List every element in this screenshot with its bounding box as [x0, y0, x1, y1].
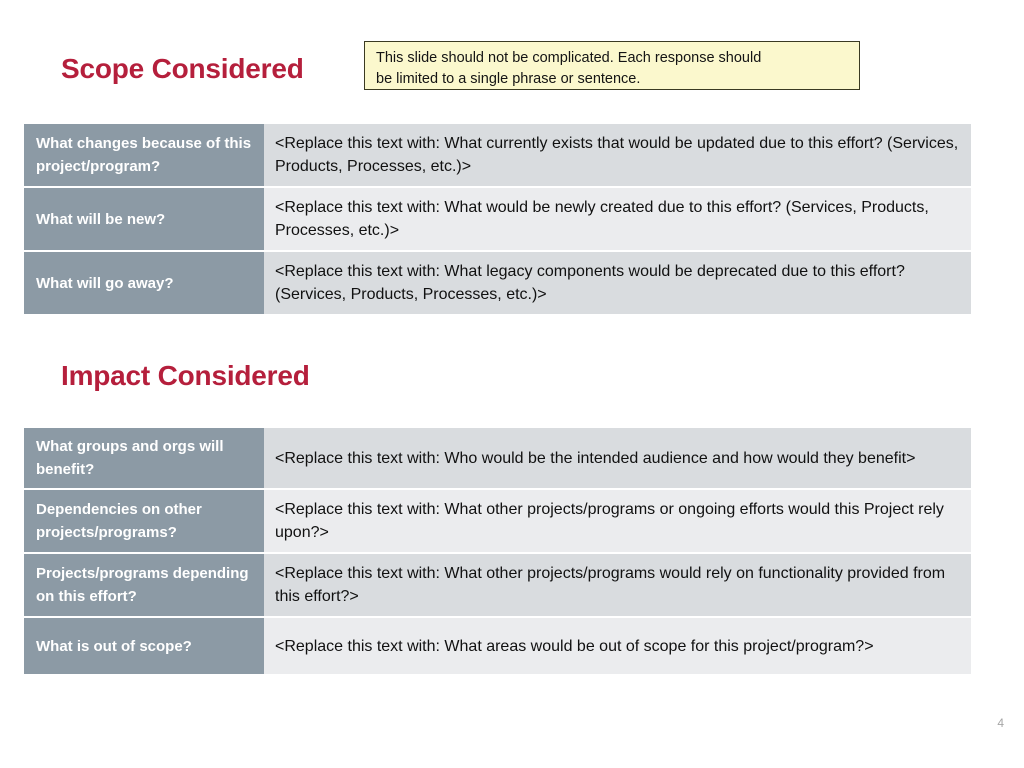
table-row: What changes because of this project/pro… [24, 124, 971, 188]
table-row: What is out of scope? <Replace this text… [24, 618, 971, 674]
slide-canvas: Scope Considered This slide should not b… [0, 0, 1024, 768]
table-row: What will go away? <Replace this text wi… [24, 252, 971, 314]
instruction-note-line-1: This slide should not be complicated. Ea… [376, 50, 762, 66]
impact-section-title: Impact Considered [61, 360, 310, 391]
impact-answer-cell-4[interactable]: <Replace this text with: What areas woul… [264, 618, 971, 674]
impact-answer-cell-1[interactable]: <Replace this text with: Who would be th… [264, 428, 971, 490]
impact-question-cell-2: Dependencies on other projects/programs? [24, 490, 264, 554]
impact-question-cell-3: Projects/programs depending on this effo… [24, 554, 264, 618]
scope-answer-cell-3[interactable]: <Replace this text with: What legacy com… [264, 252, 971, 314]
scope-answer-cell-1[interactable]: <Replace this text with: What currently … [264, 124, 971, 188]
instruction-note-box: This slide should not be complicated. Ea… [364, 41, 860, 90]
impact-question-cell-1: What groups and orgs will benefit? [24, 428, 264, 490]
scope-table: What changes because of this project/pro… [24, 124, 971, 314]
instruction-note-line-2: be limited to a single phrase or sentenc… [376, 71, 641, 87]
scope-section-title: Scope Considered [61, 53, 304, 84]
table-row: Projects/programs depending on this effo… [24, 554, 971, 618]
scope-question-cell-3: What will go away? [24, 252, 264, 314]
impact-answer-cell-2[interactable]: <Replace this text with: What other proj… [264, 490, 971, 554]
scope-question-cell-1: What changes because of this project/pro… [24, 124, 264, 188]
impact-question-cell-4: What is out of scope? [24, 618, 264, 674]
page-number: 4 [997, 716, 1004, 730]
scope-question-cell-2: What will be new? [24, 188, 264, 252]
scope-answer-cell-2[interactable]: <Replace this text with: What would be n… [264, 188, 971, 252]
table-row: What will be new? <Replace this text wit… [24, 188, 971, 252]
impact-answer-cell-3[interactable]: <Replace this text with: What other proj… [264, 554, 971, 618]
impact-table: What groups and orgs will benefit? <Repl… [24, 428, 971, 674]
table-row: Dependencies on other projects/programs?… [24, 490, 971, 554]
table-row: What groups and orgs will benefit? <Repl… [24, 428, 971, 490]
